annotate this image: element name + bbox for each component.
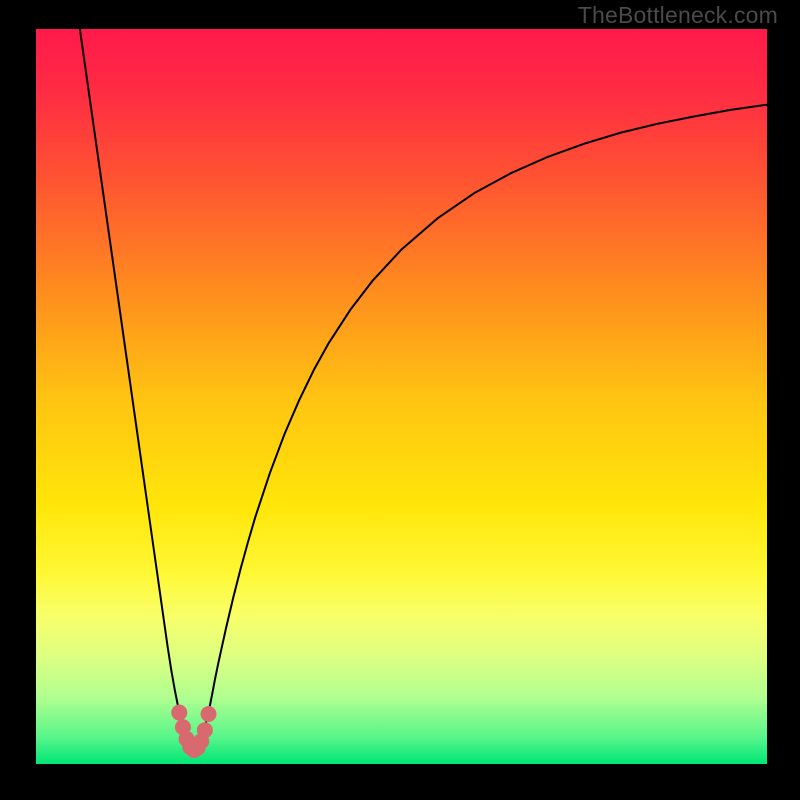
data-point-marker — [171, 705, 187, 721]
plot-area — [36, 29, 767, 764]
watermark-text: TheBottleneck.com — [578, 2, 778, 29]
chart-frame: TheBottleneck.com — [0, 0, 800, 800]
bottleneck-curve — [80, 29, 767, 750]
data-point-marker — [201, 706, 217, 722]
curve-layer — [36, 29, 767, 764]
data-point-marker — [197, 722, 213, 738]
